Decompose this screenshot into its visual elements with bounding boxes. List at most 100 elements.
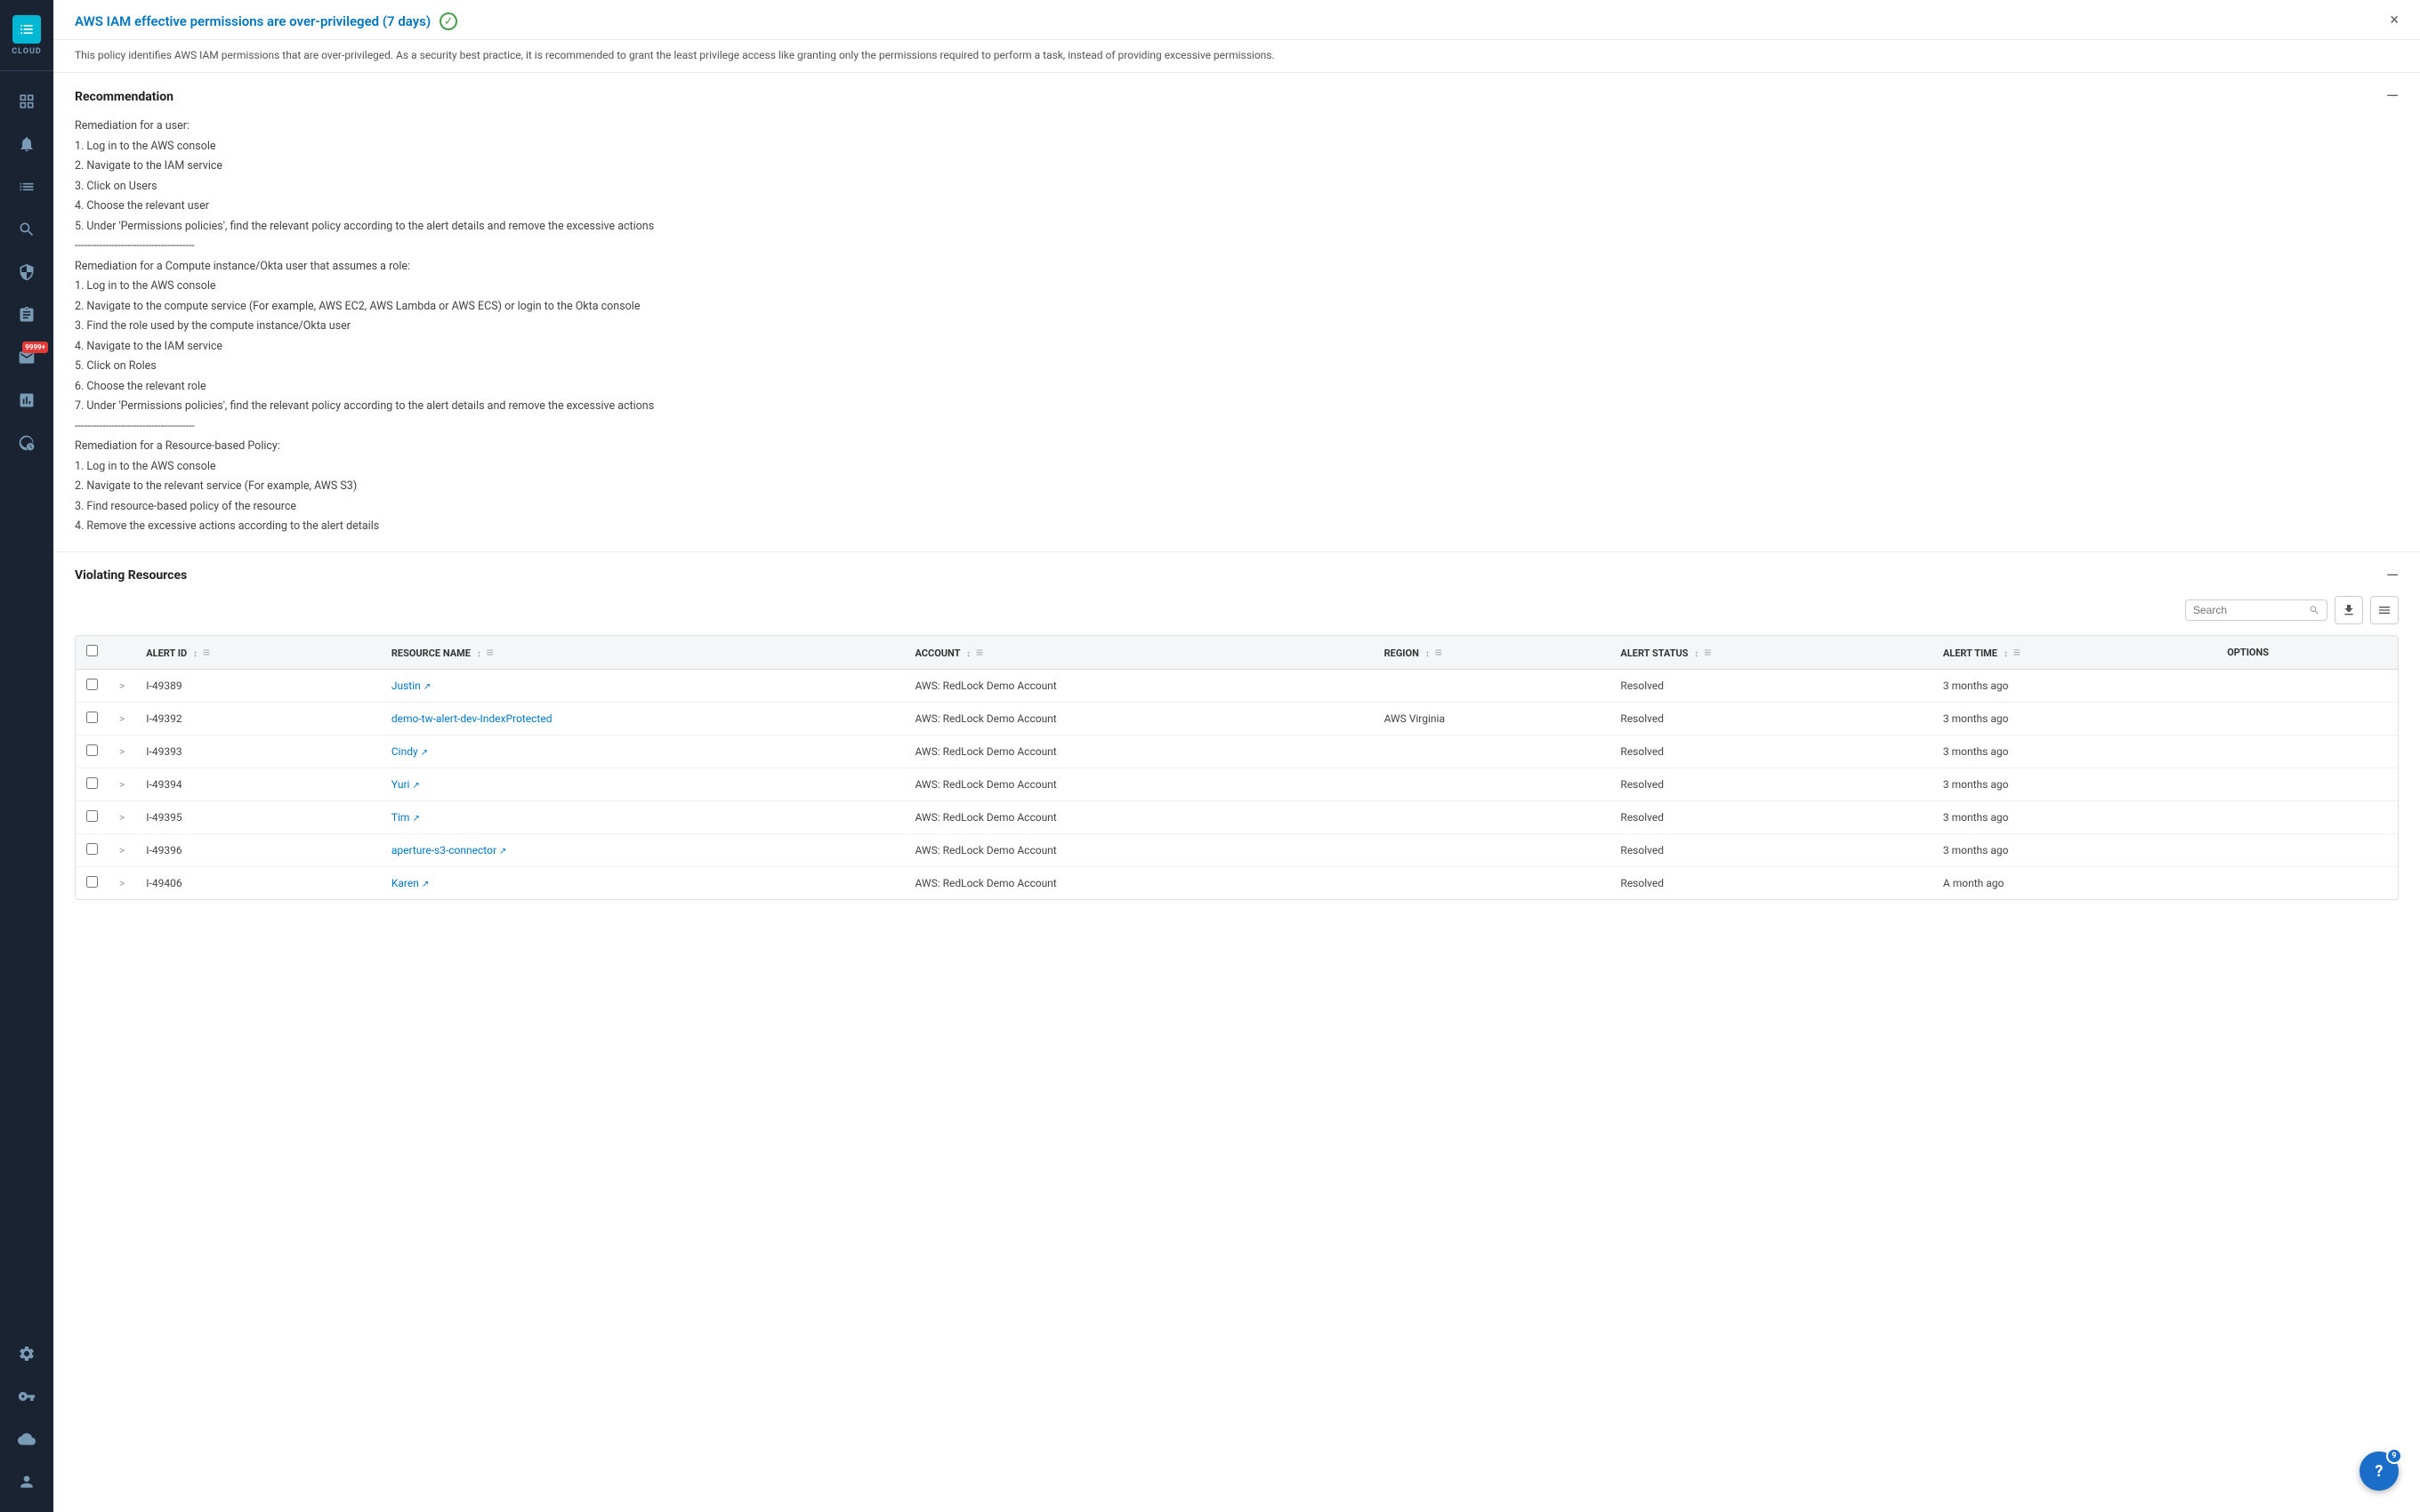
- columns-button[interactable]: [2370, 596, 2399, 624]
- row-options-6: [2216, 866, 2398, 899]
- row-checkbox-cell[interactable]: [76, 833, 109, 866]
- help-icon: ?: [2376, 1462, 2384, 1481]
- resource-link-2[interactable]: Cindy: [391, 745, 418, 758]
- row-region-2: [1374, 735, 1610, 768]
- recommendation-title: Recommendation: [75, 90, 173, 104]
- th-account[interactable]: ACCOUNT ↕≡: [905, 636, 1374, 670]
- resource-link-0[interactable]: Justin: [391, 680, 421, 692]
- row-checkbox-4[interactable]: [86, 810, 98, 822]
- row-options-1: [2216, 702, 2398, 735]
- recommendation-line: 2. Navigate to the compute service (For …: [75, 297, 2399, 318]
- row-checkbox-cell[interactable]: [76, 768, 109, 800]
- row-expand-0[interactable]: >: [109, 669, 135, 702]
- row-region-5: [1374, 833, 1610, 866]
- sidebar-item-network[interactable]: [0, 422, 53, 464]
- resource-link-5[interactable]: aperture-s3-connector: [391, 844, 496, 857]
- row-expand-2[interactable]: >: [109, 735, 135, 768]
- row-checkbox-5[interactable]: [86, 843, 98, 855]
- sidebar-item-reports[interactable]: [0, 379, 53, 422]
- row-resource-name-5[interactable]: aperture-s3-connector↗: [381, 833, 905, 866]
- row-alert-status-4: Resolved: [1609, 800, 1932, 833]
- logo-icon: [12, 15, 41, 44]
- main-content: AWS IAM effective permissions are over-p…: [53, 0, 2420, 1512]
- row-alert-time-5: 3 months ago: [1932, 833, 2216, 866]
- row-checkbox-0[interactable]: [86, 679, 98, 690]
- resource-link-6[interactable]: Karen: [391, 877, 419, 889]
- table-row: > I-49393 Cindy↗ AWS: RedLock Demo Accou…: [76, 735, 2398, 768]
- sidebar-item-search[interactable]: [0, 208, 53, 251]
- row-alert-time-6: A month ago: [1932, 866, 2216, 899]
- th-options: OPTIONS: [2216, 636, 2398, 670]
- recommendation-line: 1. Log in to the AWS console: [75, 137, 2399, 157]
- sidebar-item-notifications[interactable]: 9999+: [0, 336, 53, 379]
- row-resource-name-3[interactable]: Yuri↗: [381, 768, 905, 800]
- sidebar-item-user[interactable]: [0, 1460, 53, 1503]
- th-resource-name[interactable]: RESOURCE NAME ↕≡: [381, 636, 905, 670]
- logo-text: CLOUD: [12, 47, 41, 56]
- row-account-1: AWS: RedLock Demo Account: [905, 702, 1374, 735]
- search-box[interactable]: [2185, 599, 2327, 621]
- resource-link-1[interactable]: demo-tw-alert-dev-IndexProtected: [391, 712, 553, 725]
- select-all-checkbox[interactable]: [86, 645, 98, 656]
- sidebar-item-list[interactable]: [0, 165, 53, 208]
- sidebar-item-key[interactable]: [0, 1375, 53, 1418]
- violations-header: Violating Resources —: [75, 567, 2399, 585]
- row-resource-name-2[interactable]: Cindy↗: [381, 735, 905, 768]
- th-alert-status[interactable]: ALERT STATUS ↕≡: [1609, 636, 1932, 670]
- table-row: > I-49406 Karen↗ AWS: RedLock Demo Accou…: [76, 866, 2398, 899]
- download-button[interactable]: [2335, 596, 2363, 624]
- row-alert-time-3: 3 months ago: [1932, 768, 2216, 800]
- th-alert-id[interactable]: ALERT ID ↕≡: [135, 636, 381, 670]
- table-row: > I-49392 demo-tw-alert-dev-IndexProtect…: [76, 702, 2398, 735]
- external-link-icon-0: ↗: [424, 682, 431, 692]
- recommendation-line: 7. Under 'Permissions policies', find th…: [75, 397, 2399, 417]
- row-checkbox-cell[interactable]: [76, 669, 109, 702]
- sidebar-item-alerts[interactable]: [0, 123, 53, 165]
- help-button[interactable]: 9 ?: [2360, 1452, 2399, 1491]
- row-options-5: [2216, 833, 2398, 866]
- sidebar-item-compliance[interactable]: [0, 294, 53, 336]
- row-resource-name-4[interactable]: Tim↗: [381, 800, 905, 833]
- th-region[interactable]: REGION ↕≡: [1374, 636, 1610, 670]
- row-alert-status-6: Resolved: [1609, 866, 1932, 899]
- sidebar-item-integrations[interactable]: [0, 1418, 53, 1460]
- help-badge: 9: [2386, 1448, 2402, 1464]
- recommendation-collapse-button[interactable]: —: [2386, 87, 2399, 106]
- row-alert-status-0: Resolved: [1609, 669, 1932, 702]
- row-alert-time-2: 3 months ago: [1932, 735, 2216, 768]
- row-expand-3[interactable]: >: [109, 768, 135, 800]
- th-alert-time[interactable]: ALERT TIME ↕≡: [1932, 636, 2216, 670]
- sidebar-item-dashboard[interactable]: [0, 80, 53, 123]
- recommendation-content: Remediation for a user:1. Log in to the …: [75, 117, 2399, 537]
- row-checkbox-3[interactable]: [86, 777, 98, 789]
- close-button[interactable]: ×: [2390, 12, 2399, 28]
- resource-link-3[interactable]: Yuri: [391, 778, 410, 791]
- sidebar-item-settings[interactable]: [0, 1332, 53, 1375]
- row-checkbox-2[interactable]: [86, 744, 98, 756]
- row-region-6: [1374, 866, 1610, 899]
- row-expand-5[interactable]: >: [109, 833, 135, 866]
- row-resource-name-1[interactable]: demo-tw-alert-dev-IndexProtected: [381, 702, 905, 735]
- row-checkbox-cell[interactable]: [76, 866, 109, 899]
- table-header: ALERT ID ↕≡ RESOURCE NAME ↕≡ ACCOUNT ↕≡ …: [76, 636, 2398, 670]
- row-checkbox-1[interactable]: [86, 712, 98, 723]
- row-expand-4[interactable]: >: [109, 800, 135, 833]
- sidebar-item-shield[interactable]: [0, 251, 53, 294]
- sidebar: CLOUD 9999+: [0, 0, 53, 1512]
- row-checkbox-6[interactable]: [86, 876, 98, 888]
- row-checkbox-cell[interactable]: [76, 702, 109, 735]
- table-row: > I-49395 Tim↗ AWS: RedLock Demo Account…: [76, 800, 2398, 833]
- row-expand-1[interactable]: >: [109, 702, 135, 735]
- violations-collapse-button[interactable]: —: [2386, 567, 2399, 585]
- row-checkbox-cell[interactable]: [76, 800, 109, 833]
- search-input[interactable]: [2193, 604, 2305, 616]
- row-expand-6[interactable]: >: [109, 866, 135, 899]
- logo[interactable]: CLOUD: [0, 0, 53, 71]
- row-resource-name-0[interactable]: Justin↗: [381, 669, 905, 702]
- resource-link-4[interactable]: Tim: [391, 811, 410, 824]
- th-select-all[interactable]: [76, 636, 109, 670]
- row-checkbox-cell[interactable]: [76, 735, 109, 768]
- external-link-icon-3: ↗: [412, 781, 419, 791]
- row-resource-name-6[interactable]: Karen↗: [381, 866, 905, 899]
- row-account-0: AWS: RedLock Demo Account: [905, 669, 1374, 702]
